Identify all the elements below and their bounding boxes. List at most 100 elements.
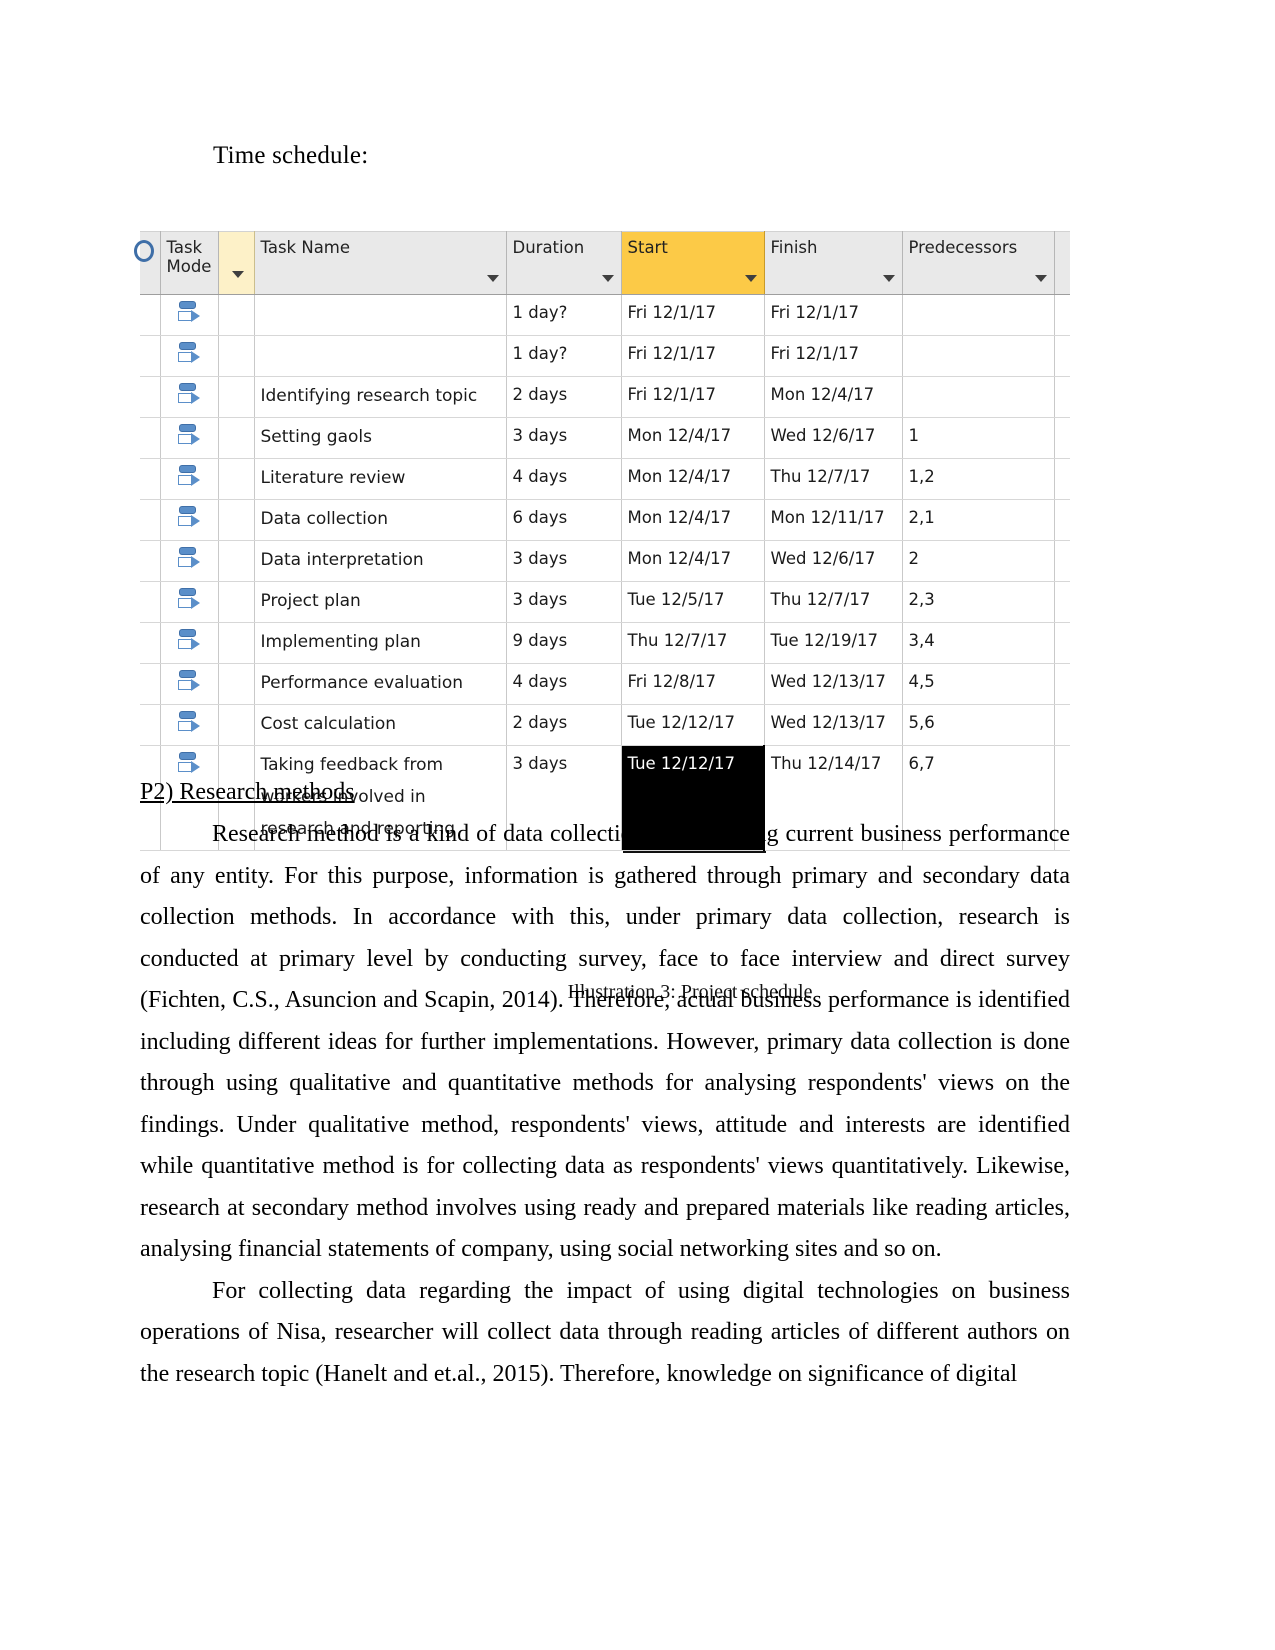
column-header-duration[interactable]: Duration	[506, 231, 622, 295]
task-mode-spacer-cell	[218, 294, 255, 336]
predecessors-cell[interactable]: 1	[902, 417, 1055, 459]
duration-cell[interactable]: 2 days	[506, 376, 622, 418]
finish-date-cell[interactable]: Tue 12/19/17	[764, 622, 903, 664]
table-row[interactable]: Performance evaluation 4 days Fri 12/8/17 W…	[140, 663, 1070, 705]
finish-date-cell[interactable]: Mon 12/11/17	[764, 499, 903, 541]
chevron-down-icon[interactable]	[486, 275, 499, 282]
chevron-down-icon[interactable]	[601, 275, 614, 282]
task-mode-cell[interactable]	[160, 417, 219, 459]
task-mode-cell[interactable]	[160, 663, 219, 705]
start-date-cell[interactable]: Mon 12/4/17	[621, 540, 765, 582]
start-date-cell[interactable]: Tue 12/5/17	[621, 581, 765, 623]
table-row[interactable]: Cost calculation 2 days Tue 12/12/17 Wed 12…	[140, 704, 1070, 746]
column-header-finish[interactable]: Finish	[764, 231, 903, 295]
finish-date-cell[interactable]: Wed 12/13/17	[764, 663, 903, 705]
task-name-cell[interactable]	[254, 294, 507, 336]
start-date-cell[interactable]: Mon 12/4/17	[621, 458, 765, 500]
finish-date-cell[interactable]: Thu 12/7/17	[764, 458, 903, 500]
predecessors-cell[interactable]: 3,4	[902, 622, 1055, 664]
start-date-cell[interactable]: Thu 12/7/17	[621, 622, 765, 664]
task-mode-cell[interactable]	[160, 294, 219, 336]
column-header-start[interactable]: Start	[621, 231, 765, 295]
predecessors-cell[interactable]	[902, 376, 1055, 418]
duration-cell[interactable]: 4 days	[506, 663, 622, 705]
task-mode-cell[interactable]	[160, 376, 219, 418]
predecessors-cell[interactable]: 1,2	[902, 458, 1055, 500]
start-date-cell[interactable]: Mon 12/4/17	[621, 499, 765, 541]
duration-cell[interactable]: 1 day?	[506, 335, 622, 377]
table-row[interactable]: 1 day? Fri 12/1/17 Fri 12/1/17	[140, 294, 1070, 336]
finish-date-cell[interactable]: Wed 12/6/17	[764, 417, 903, 459]
predecessors-cell[interactable]	[902, 335, 1055, 377]
column-header-task-name[interactable]: Task Name	[254, 231, 507, 295]
task-mode-cell[interactable]	[160, 499, 219, 541]
column-header-task-mode-filter[interactable]	[218, 231, 255, 295]
task-name-cell[interactable]: Cost calculation	[254, 704, 507, 746]
duration-cell[interactable]: 9 days	[506, 622, 622, 664]
task-mode-spacer-cell	[218, 581, 255, 623]
predecessors-cell[interactable]: 2	[902, 540, 1055, 582]
start-date-cell[interactable]: Fri 12/8/17	[621, 663, 765, 705]
task-name-cell[interactable]: Literature review	[254, 458, 507, 500]
table-row[interactable]: 1 day? Fri 12/1/17 Fri 12/1/17	[140, 335, 1070, 377]
task-name-cell[interactable]: Setting gaols	[254, 417, 507, 459]
finish-date-cell[interactable]: Wed 12/13/17	[764, 704, 903, 746]
finish-date-cell[interactable]: Wed 12/6/17	[764, 540, 903, 582]
finish-date-cell[interactable]: Fri 12/1/17	[764, 294, 903, 336]
predecessors-cell[interactable]	[902, 294, 1055, 336]
table-row[interactable]: Project plan 3 days Tue 12/5/17 Thu 12/7/17…	[140, 581, 1070, 623]
task-name-cell[interactable]: Project plan	[254, 581, 507, 623]
task-name-cell[interactable]: Identifying research topic	[254, 376, 507, 418]
table-row[interactable]: Data collection 6 days Mon 12/4/17 Mon 12/1…	[140, 499, 1070, 541]
task-mode-cell[interactable]	[160, 704, 219, 746]
chevron-down-icon[interactable]	[744, 275, 757, 282]
auto-schedule-icon	[176, 340, 202, 366]
table-row[interactable]: Implementing plan 9 days Thu 12/7/17 Tue 12…	[140, 622, 1070, 664]
duration-cell[interactable]: 3 days	[506, 540, 622, 582]
task-mode-cell[interactable]	[160, 540, 219, 582]
task-name-cell[interactable]: Implementing plan	[254, 622, 507, 664]
section-heading-research-methods: P2) Research methods	[140, 779, 355, 805]
predecessors-cell[interactable]: 2,3	[902, 581, 1055, 623]
row-indicator-cell	[140, 663, 161, 705]
task-mode-cell[interactable]	[160, 335, 219, 377]
table-row[interactable]: Data interpretation 3 days Mon 12/4/17 Wed …	[140, 540, 1070, 582]
overflow-cell	[1054, 581, 1070, 623]
start-date-cell[interactable]: Fri 12/1/17	[621, 294, 765, 336]
task-name-cell[interactable]	[254, 335, 507, 377]
start-date-cell[interactable]: Tue 12/12/17	[621, 704, 765, 746]
overflow-cell	[1054, 458, 1070, 500]
task-mode-spacer-cell	[218, 663, 255, 705]
auto-schedule-icon	[176, 627, 202, 653]
predecessors-cell[interactable]: 4,5	[902, 663, 1055, 705]
table-row[interactable]: Literature review 4 days Mon 12/4/17 Thu 12…	[140, 458, 1070, 500]
chevron-down-icon[interactable]	[1034, 275, 1047, 282]
predecessors-cell[interactable]: 2,1	[902, 499, 1055, 541]
task-name-cell[interactable]: Data collection	[254, 499, 507, 541]
duration-cell[interactable]: 3 days	[506, 581, 622, 623]
table-row[interactable]: Identifying research topic 2 days Fri 12/1…	[140, 376, 1070, 418]
duration-cell[interactable]: 4 days	[506, 458, 622, 500]
task-mode-cell[interactable]	[160, 458, 219, 500]
task-name-cell[interactable]: Data interpretation	[254, 540, 507, 582]
row-indicator-cell	[140, 499, 161, 541]
finish-date-cell[interactable]: Thu 12/7/17	[764, 581, 903, 623]
column-header-task-mode[interactable]: Task Mode	[160, 231, 219, 295]
duration-cell[interactable]: 6 days	[506, 499, 622, 541]
table-row[interactable]: Setting gaols 3 days Mon 12/4/17 Wed 12/6/1…	[140, 417, 1070, 459]
column-header-predecessors[interactable]: Predecessors	[902, 231, 1055, 295]
auto-schedule-icon	[176, 504, 202, 530]
finish-date-cell[interactable]: Fri 12/1/17	[764, 335, 903, 377]
task-name-cell[interactable]: Performance evaluation	[254, 663, 507, 705]
finish-date-cell[interactable]: Mon 12/4/17	[764, 376, 903, 418]
task-mode-cell[interactable]	[160, 622, 219, 664]
task-mode-cell[interactable]	[160, 581, 219, 623]
predecessors-cell[interactable]: 5,6	[902, 704, 1055, 746]
chevron-down-icon[interactable]	[882, 275, 895, 282]
duration-cell[interactable]: 3 days	[506, 417, 622, 459]
start-date-cell[interactable]: Fri 12/1/17	[621, 335, 765, 377]
start-date-cell[interactable]: Fri 12/1/17	[621, 376, 765, 418]
duration-cell[interactable]: 1 day?	[506, 294, 622, 336]
start-date-cell[interactable]: Mon 12/4/17	[621, 417, 765, 459]
duration-cell[interactable]: 2 days	[506, 704, 622, 746]
